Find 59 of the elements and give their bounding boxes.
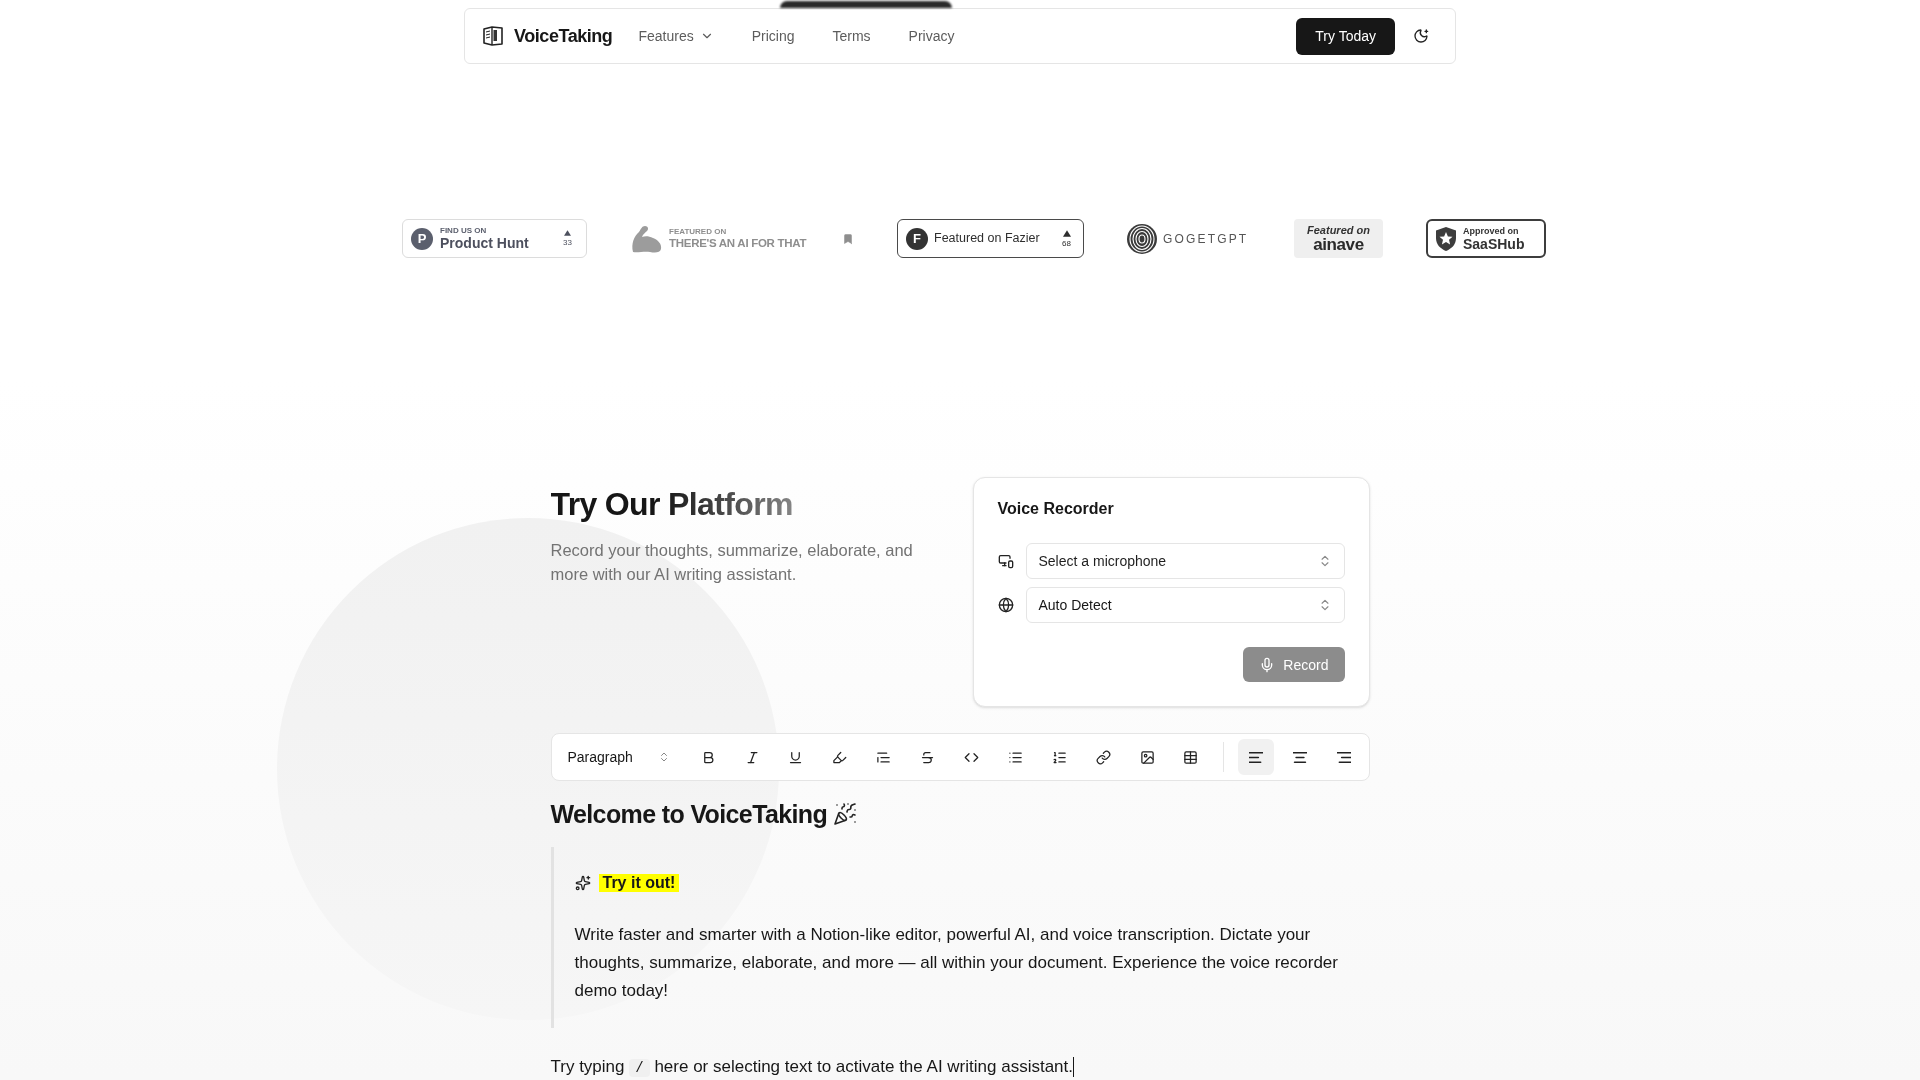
badge-title: Product Hunt — [440, 235, 529, 251]
badge-title: THERE'S AN AI FOR THAT — [669, 236, 807, 250]
strikethrough-icon — [920, 749, 936, 765]
nav-link[interactable]: Privacy — [908, 26, 955, 46]
logo-letter: P — [411, 227, 433, 250]
align-center-icon — [1292, 751, 1307, 763]
italic-icon — [744, 749, 760, 765]
bullet-list-icon — [1007, 749, 1023, 765]
vote-count: 33 — [563, 238, 572, 247]
microphone-select[interactable]: Select a microphone — [1025, 543, 1345, 579]
align-right-icon — [1336, 751, 1351, 763]
logo-letter: F — [906, 227, 928, 250]
quote-icon — [876, 749, 892, 765]
document-heading: Welcome to VoiceTaking — [550, 799, 828, 829]
badge-caption: FIND US ON — [440, 226, 488, 235]
badge-caption: FEATURED ON — [669, 227, 728, 236]
nav-link[interactable]: Pricing — [751, 26, 795, 46]
featured-badge[interactable]: GOGETGPT — [1127, 219, 1251, 258]
cta-button[interactable]: Try Today — [1296, 17, 1395, 55]
badge-title: Featured on Fazier — [934, 230, 1040, 248]
brand-name[interactable]: VoiceTaking — [514, 22, 613, 50]
badge-title: ainave — [1313, 236, 1364, 253]
featured-badge[interactable]: Featured on ainave — [1294, 219, 1383, 258]
badge-caption: Approved on — [1463, 225, 1520, 236]
prompt-text: Try typing / here or selecting text to activate the AI writing assistant. — [550, 1056, 1073, 1079]
language-select[interactable]: Auto Detect — [1025, 587, 1345, 623]
badge-caption: Featured on — [1307, 224, 1370, 236]
party-popper-icon — [833, 802, 858, 826]
fingerprint-icon — [1127, 223, 1157, 254]
highlighter-icon — [832, 749, 848, 765]
sparkles-icon — [574, 875, 591, 891]
align-left-button[interactable] — [1237, 739, 1274, 775]
featured-badge[interactable]: F Featured on Fazier 68 — [897, 219, 1084, 258]
book-icon — [482, 25, 504, 47]
nav-link[interactable]: Terms — [832, 26, 871, 46]
arm-icon — [630, 223, 664, 254]
link-icon — [1095, 749, 1111, 765]
highlighted-text: Try it out! — [598, 874, 680, 892]
devices-icon — [997, 553, 1014, 569]
card-title: Voice Recorder — [997, 499, 1115, 519]
image-icon — [1139, 749, 1155, 765]
triangle-icon — [1062, 229, 1071, 237]
triangle-icon — [564, 230, 572, 236]
section-description: Record your thoughts, summarize, elaborate, and more with our AI writing assistant. — [550, 540, 914, 585]
featured-badge[interactable]: Approved on SaaSHub — [1426, 219, 1546, 258]
numbered-list-icon — [1051, 749, 1067, 765]
block-type-select[interactable]: Paragraph — [567, 739, 683, 775]
align-left-icon — [1248, 751, 1263, 763]
badge-title: SaaSHub — [1463, 235, 1525, 252]
shield-star-icon — [1435, 225, 1457, 252]
moon-icon — [1413, 28, 1429, 44]
underline-icon — [788, 749, 804, 765]
table-icon — [1183, 749, 1199, 765]
vote-count: 68 — [1062, 238, 1071, 248]
callout-paragraph: Write faster and smarter with a Notion-like editor, powerful AI, and voice transcription. Dictate your thoughts, summarize, elaborate, and more — all within your document. Experience the voice recorder demo today! — [574, 924, 1339, 1002]
badge-title: GOGETGPT — [1163, 230, 1249, 248]
text-cursor — [1073, 1057, 1074, 1077]
nav-dropdown[interactable]: Features — [638, 26, 714, 46]
globe-icon — [997, 597, 1014, 613]
